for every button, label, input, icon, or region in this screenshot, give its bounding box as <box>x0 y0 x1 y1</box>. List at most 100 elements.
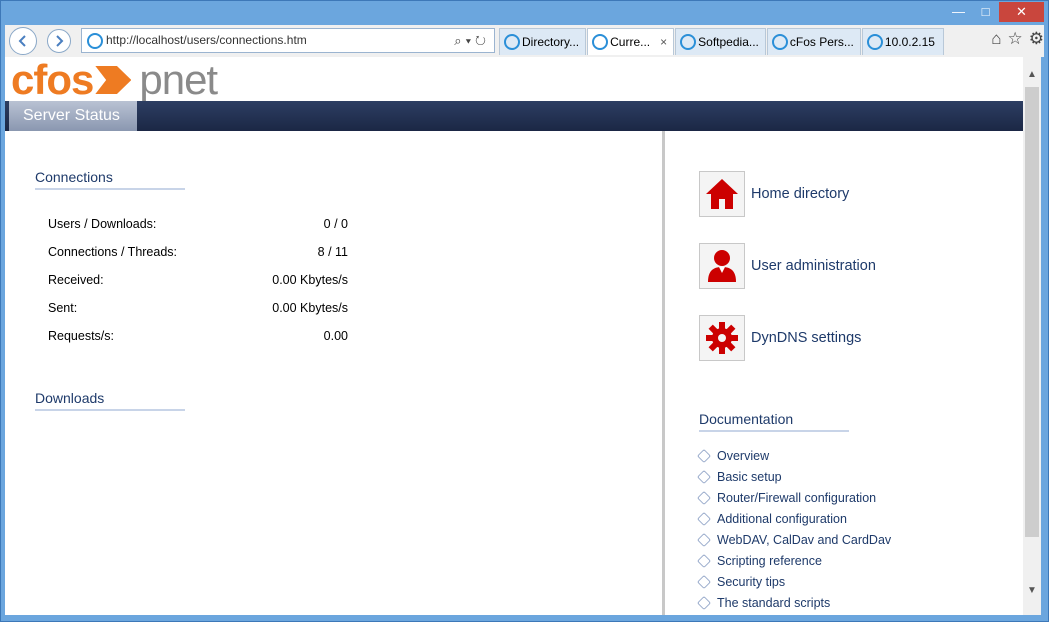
tab-strip: Directory... Curre... × Softpedia... cFos… <box>499 28 945 55</box>
tab-label: Directory... <box>522 35 580 49</box>
window-controls: — □ ✕ <box>945 2 1044 22</box>
stat-label: Connections / Threads: <box>48 245 178 259</box>
close-button[interactable]: ✕ <box>999 2 1044 22</box>
tab-directory[interactable]: Directory... <box>499 28 587 55</box>
stat-value: 0 / 0 <box>323 217 348 231</box>
stat-value: 0.00 Kbytes/s <box>272 273 348 287</box>
doc-link-overview[interactable]: Overview <box>696 445 891 466</box>
ie-icon <box>504 34 520 50</box>
bullet-icon <box>696 511 712 526</box>
minimize-button[interactable]: — <box>945 2 972 22</box>
ie-icon <box>866 34 883 50</box>
connections-heading: Connections <box>35 169 185 190</box>
doc-link-label: Security tips <box>717 574 786 589</box>
stat-row: Users / Downloads: 0 / 0 <box>48 217 348 245</box>
stat-row: Connections / Threads: 8 / 11 <box>48 245 348 273</box>
stat-row: Requests/s: 0.00 <box>48 329 348 357</box>
cfos-logo: cfos pnet <box>11 57 218 103</box>
doc-link-label: Router/Firewall configuration <box>717 490 877 505</box>
stat-row: Received: 0.00 Kbytes/s <box>48 273 348 301</box>
server-status-tab[interactable]: Server Status <box>9 101 137 131</box>
doc-link-label: Additional configuration <box>717 511 847 526</box>
stat-label: Users / Downloads: <box>48 217 157 231</box>
dyndns-settings-link[interactable]: DynDNS settings <box>699 315 861 361</box>
logo-left-text: cfos <box>11 57 94 103</box>
doc-link-router-firewall[interactable]: Router/Firewall configuration <box>696 487 891 508</box>
bullet-icon <box>696 553 712 568</box>
ie-icon <box>87 33 103 49</box>
doc-link-basic-setup[interactable]: Basic setup <box>696 466 891 487</box>
navigation-bar: http://localhost/users/connections.htm ⌕… <box>5 25 1044 57</box>
tab-softpedia[interactable]: Softpedia... <box>675 28 766 55</box>
doc-link-security[interactable]: Security tips <box>696 571 891 592</box>
gear-icon-box <box>699 315 745 361</box>
stat-value: 8 / 11 <box>317 245 348 259</box>
ie-icon <box>680 34 697 50</box>
vertical-scrollbar[interactable]: ▲ ▼ <box>1023 57 1041 615</box>
tab-current[interactable]: Curre... × <box>587 28 675 55</box>
page-viewport: cfos pnet Server Status Connections User… <box>5 57 1023 615</box>
home-icon[interactable]: ⌂ <box>991 29 1001 49</box>
doc-link-additional-config[interactable]: Additional configuration <box>696 508 891 529</box>
forward-button[interactable] <box>47 29 71 53</box>
doc-link-webdav[interactable]: WebDAV, CalDav and CardDav <box>696 529 892 550</box>
stat-value: 0.00 <box>323 329 348 343</box>
tab-label: Curre... <box>610 35 651 49</box>
doc-link-label: Scripting reference <box>717 553 822 568</box>
stat-label: Sent: <box>48 301 78 315</box>
connections-stats: Users / Downloads: 0 / 0 Connections / Th… <box>48 217 348 357</box>
stat-label: Requests/s: <box>48 329 115 343</box>
address-tools: ⌕▾↻ <box>454 29 490 52</box>
bullet-icon <box>696 490 712 505</box>
search-icon[interactable]: ⌕ <box>454 33 465 48</box>
refresh-icon[interactable]: ↻ <box>475 33 490 48</box>
tab-ip[interactable]: 10.0.2.15 <box>861 28 944 55</box>
bullet-icon <box>696 469 712 484</box>
doc-link-scripting[interactable]: Scripting reference <box>696 550 891 571</box>
scroll-thumb[interactable] <box>1025 87 1039 537</box>
house-icon <box>706 179 738 209</box>
links-pane: Home directory User administration DynDN… <box>662 131 1023 615</box>
close-tab-icon[interactable]: × <box>660 35 667 49</box>
dyndns-settings-label: DynDNS settings <box>751 330 862 346</box>
header-bar <box>5 101 1023 131</box>
doc-link-label: Overview <box>717 448 770 463</box>
ie-icon <box>771 34 788 50</box>
stat-value: 0.00 Kbytes/s <box>272 301 348 315</box>
user-administration-link[interactable]: User administration <box>699 243 876 289</box>
downloads-heading: Downloads <box>35 390 185 411</box>
bullet-icon <box>696 595 712 610</box>
home-icon-box <box>699 171 745 217</box>
user-icon <box>708 250 736 282</box>
bullet-icon <box>696 574 712 589</box>
doc-link-label: The standard scripts <box>717 595 831 610</box>
stat-label: Received: <box>48 273 104 287</box>
scroll-down-icon[interactable]: ▼ <box>1023 585 1041 603</box>
dropdown-icon[interactable]: ▾ <box>466 33 475 48</box>
bullet-icon <box>696 532 712 547</box>
logo-arrow-icon <box>95 66 132 94</box>
doc-link-standard-scripts[interactable]: The standard scripts <box>696 592 891 613</box>
tab-cfos[interactable]: cFos Pers... <box>766 28 861 55</box>
gear-icon <box>706 322 738 354</box>
user-icon-box <box>699 243 745 289</box>
tab-label: 10.0.2.15 <box>884 35 935 49</box>
stat-row: Sent: 0.00 Kbytes/s <box>48 301 348 329</box>
address-bar[interactable]: http://localhost/users/connections.htm ⌕… <box>81 28 495 53</box>
home-directory-link[interactable]: Home directory <box>699 171 849 217</box>
tab-label: cFos Pers... <box>789 35 854 49</box>
back-button[interactable] <box>9 27 37 55</box>
status-pane: Connections Users / Downloads: 0 / 0 Conn… <box>5 131 662 615</box>
scroll-up-icon[interactable]: ▲ <box>1023 69 1041 87</box>
logo-right-text: pnet <box>139 57 218 103</box>
user-administration-label: User administration <box>751 258 876 274</box>
browser-window: — □ ✕ http://localhost/users/connections… <box>0 0 1049 622</box>
favorites-star-icon[interactable]: ☆ <box>1008 29 1023 49</box>
tab-label: Softpedia... <box>698 35 759 49</box>
documentation-heading: Documentation <box>699 411 849 432</box>
settings-gear-icon[interactable]: ⚙ <box>1029 29 1044 49</box>
home-directory-label: Home directory <box>751 186 850 202</box>
doc-link-label: WebDAV, CalDav and CardDav <box>717 532 892 547</box>
maximize-button[interactable]: □ <box>972 2 999 22</box>
forward-arrow-icon <box>56 35 64 47</box>
